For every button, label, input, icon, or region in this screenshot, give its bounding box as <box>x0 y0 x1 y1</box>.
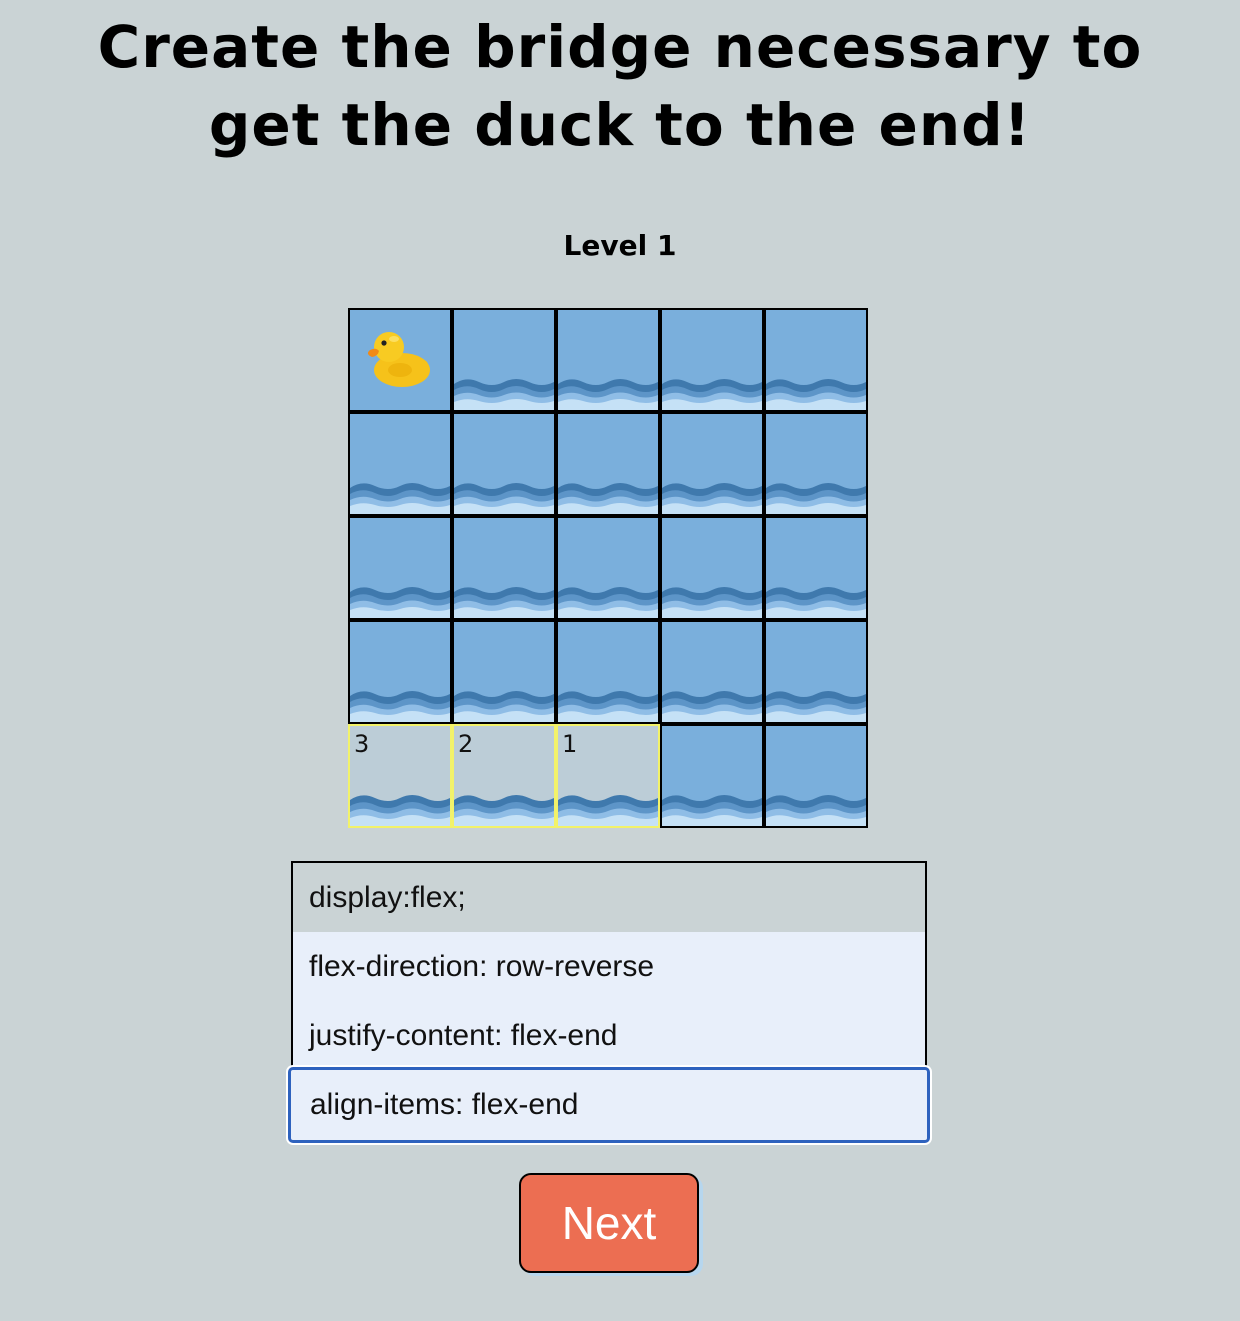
css-input-field[interactable] <box>288 1067 930 1143</box>
wave-icon <box>766 587 866 618</box>
wave-icon <box>766 795 866 826</box>
wave-icon <box>662 691 762 722</box>
wave-icon <box>350 691 450 722</box>
wave-icon <box>454 483 554 514</box>
wave-icon <box>766 379 866 410</box>
water-tile <box>764 308 868 412</box>
water-tile <box>452 620 556 724</box>
water-tile <box>348 412 452 516</box>
water-tile <box>764 516 868 620</box>
wave-icon <box>662 483 762 514</box>
water-tile <box>660 620 764 724</box>
css-line-flex-direction: flex-direction: row-reverse <box>309 950 655 983</box>
game-board: 3 2 1 <box>348 308 870 830</box>
water-tile <box>556 308 660 412</box>
wave-icon <box>766 691 866 722</box>
water-tile <box>556 516 660 620</box>
water-tile <box>764 620 868 724</box>
wave-icon <box>662 587 762 618</box>
level-label: Level 1 <box>563 229 677 262</box>
water-tile <box>452 308 556 412</box>
bridge-tile-number: 1 <box>562 730 578 758</box>
wave-icon <box>350 795 450 826</box>
title-line-2: get the duck to the end! <box>208 91 1032 159</box>
wave-icon <box>766 483 866 514</box>
wave-icon <box>350 483 450 514</box>
water-tile <box>764 412 868 516</box>
water-tile <box>660 412 764 516</box>
water-tile <box>764 724 868 828</box>
title-line-1: Create the bridge necessary to <box>97 13 1143 81</box>
wave-icon <box>454 587 554 618</box>
wave-icon <box>454 691 554 722</box>
wave-icon <box>454 379 554 410</box>
next-button[interactable]: Next <box>519 1173 699 1273</box>
wave-icon <box>662 795 762 826</box>
duck-tile <box>348 308 452 412</box>
wave-icon <box>558 483 658 514</box>
css-line-justify-content: justify-content: flex-end <box>309 1019 618 1052</box>
water-tile <box>556 620 660 724</box>
bridge-tile-number: 2 <box>458 730 474 758</box>
water-tile <box>348 620 452 724</box>
wave-icon <box>454 795 554 826</box>
water-tile <box>660 308 764 412</box>
wave-icon <box>558 379 658 410</box>
water-tile <box>348 516 452 620</box>
wave-icon <box>350 587 450 618</box>
water-tile <box>660 724 764 828</box>
page-title: Create the bridge necessary to get the d… <box>0 8 1240 164</box>
css-line-display: display:flex; <box>293 863 925 932</box>
wave-icon <box>558 691 658 722</box>
wave-icon <box>662 379 762 410</box>
bridge-tile: 2 <box>452 724 556 828</box>
water-tile <box>452 516 556 620</box>
water-tile <box>452 412 556 516</box>
duck-icon <box>367 332 430 387</box>
wave-icon <box>558 795 658 826</box>
water-tile <box>556 412 660 516</box>
wave-icon <box>558 587 658 618</box>
bridge-tile-number: 3 <box>354 730 370 758</box>
bridge-tile: 1 <box>556 724 660 828</box>
bridge-tile: 3 <box>348 724 452 828</box>
water-tile <box>660 516 764 620</box>
